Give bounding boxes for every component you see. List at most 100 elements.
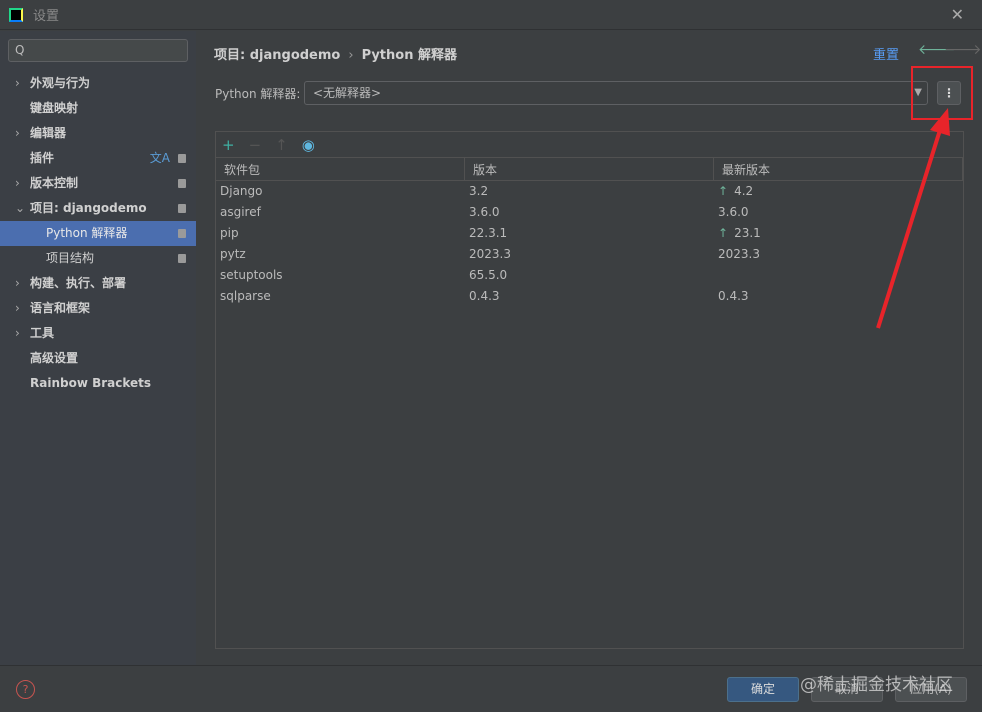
watermark: @稀土掘金技术社区 xyxy=(800,675,953,695)
sidebar-item[interactable]: Python 解释器 xyxy=(0,221,196,246)
chevron-down-icon: ▼ xyxy=(914,87,922,98)
sidebar: Q › 外观与行为 键盘映射 › 编辑器 插件 文A › 版本控制 ⌄ 项目: djangodemo… xyxy=(0,31,196,665)
project-scope-icon xyxy=(178,179,186,188)
forward-arrow-icon[interactable]: 🡒 xyxy=(944,41,982,58)
column-header-version[interactable]: 版本 xyxy=(465,158,714,180)
project-scope-icon xyxy=(178,229,186,238)
package-latest: ↑ 23.1 xyxy=(714,223,963,244)
package-version: 65.5.0 xyxy=(469,268,508,282)
ok-button[interactable]: 确定 xyxy=(727,677,799,702)
chevron-icon: › xyxy=(15,276,20,290)
sidebar-item-label: 项目结构 xyxy=(46,251,95,265)
reset-link[interactable]: 重置 xyxy=(873,44,899,63)
table-row[interactable]: sqlparse 0.4.3 0.4.3 xyxy=(216,286,963,307)
help-icon[interactable]: ? xyxy=(16,680,35,699)
project-scope-icon xyxy=(178,204,186,213)
chevron-icon: › xyxy=(15,126,20,140)
package-name: setuptools xyxy=(220,268,283,282)
package-name: pip xyxy=(220,226,239,240)
eye-icon[interactable]: ◉ xyxy=(302,136,315,154)
interpreter-label: Python 解释器: xyxy=(215,87,301,101)
packages-table: + − ↑ ◉ 软件包 版本 最新版本 Django 3.2 ↑ 4.2 asgiref… xyxy=(215,131,964,649)
search-icon: Q xyxy=(15,43,25,57)
table-row[interactable]: asgiref 3.6.0 3.6.0 xyxy=(216,202,963,223)
chevron-icon: ⌄ xyxy=(15,201,26,215)
sidebar-item[interactable]: › 工具 xyxy=(0,321,196,346)
sidebar-item[interactable]: › 版本控制 xyxy=(0,171,196,196)
package-version: 22.3.1 xyxy=(469,226,508,240)
sidebar-item-label: 外观与行为 xyxy=(30,76,91,90)
settings-nav: › 外观与行为 键盘映射 › 编辑器 插件 文A › 版本控制 ⌄ 项目: djangodemo Py… xyxy=(0,71,196,396)
upgrade-arrow-icon: ↑ xyxy=(718,184,729,198)
app-logo-icon xyxy=(9,7,23,22)
sidebar-item[interactable]: › 构建、执行、部署 xyxy=(0,271,196,296)
sidebar-item-label: 构建、执行、部署 xyxy=(30,276,127,290)
sidebar-item[interactable]: › 外观与行为 xyxy=(0,71,196,96)
chevron-icon: › xyxy=(15,301,20,315)
table-row[interactable]: Django 3.2 ↑ 4.2 xyxy=(216,181,963,202)
package-version: 2023.3 xyxy=(469,247,511,261)
package-latest: 2023.3 xyxy=(714,244,963,265)
latest-version: 3.6.0 xyxy=(718,205,749,219)
sidebar-item-label: 编辑器 xyxy=(30,126,67,140)
sidebar-item-label: 版本控制 xyxy=(30,176,79,190)
package-latest: ↑ 4.2 xyxy=(714,181,963,202)
breadcrumb-separator: › xyxy=(348,48,354,63)
sidebar-item-label: 工具 xyxy=(30,326,55,340)
sidebar-item-label: 高级设置 xyxy=(30,351,79,365)
sidebar-item[interactable]: Rainbow Brackets xyxy=(0,371,196,396)
sidebar-item[interactable]: 高级设置 xyxy=(0,346,196,371)
project-scope-icon xyxy=(178,154,186,163)
main-panel: 项目: djangodemo › Python 解释器 重置 🡐 🡒 Python … xyxy=(196,31,982,665)
table-row[interactable]: pip 22.3.1 ↑ 23.1 xyxy=(216,223,963,244)
latest-version: 2023.3 xyxy=(718,247,760,261)
upgrade-icon[interactable]: ↑ xyxy=(275,136,288,154)
window-title: 设置 xyxy=(33,9,60,24)
chevron-icon: › xyxy=(15,326,20,340)
breadcrumb-page: Python 解释器 xyxy=(361,48,457,63)
remove-icon[interactable]: − xyxy=(249,136,262,154)
sidebar-item-label: Rainbow Brackets xyxy=(30,376,152,390)
sidebar-item-label: 项目: djangodemo xyxy=(30,201,147,215)
package-version: 3.6.0 xyxy=(469,205,500,219)
table-header: 软件包 版本 最新版本 xyxy=(216,157,963,181)
more-options-button[interactable]: ⋮ xyxy=(937,81,961,105)
sidebar-item[interactable]: 插件 文A xyxy=(0,146,196,171)
table-toolbar: + − ↑ ◉ xyxy=(216,132,963,157)
interpreter-select[interactable]: <无解释器> ▼ xyxy=(304,81,928,105)
breadcrumb: 项目: djangodemo › Python 解释器 xyxy=(214,44,457,63)
sidebar-item[interactable]: 项目结构 xyxy=(0,246,196,271)
close-icon[interactable]: ✕ xyxy=(951,5,964,24)
add-icon[interactable]: + xyxy=(222,136,235,154)
package-name: asgiref xyxy=(220,205,261,219)
chevron-icon: › xyxy=(15,76,20,90)
sidebar-item-label: Python 解释器 xyxy=(46,226,128,240)
latest-version: 23.1 xyxy=(734,226,761,240)
package-latest xyxy=(714,265,963,286)
sidebar-item[interactable]: › 语言和框架 xyxy=(0,296,196,321)
column-header-package[interactable]: 软件包 xyxy=(216,158,465,180)
package-latest: 3.6.0 xyxy=(714,202,963,223)
sidebar-item[interactable]: ⌄ 项目: djangodemo xyxy=(0,196,196,221)
translate-icon: 文A xyxy=(149,151,170,165)
title-bar: 设置 ✕ xyxy=(0,0,982,30)
package-name: Django xyxy=(220,184,263,198)
sidebar-item-label: 键盘映射 xyxy=(30,101,79,115)
package-version: 3.2 xyxy=(469,184,489,198)
package-name: sqlparse xyxy=(220,289,271,303)
table-row[interactable]: pytz 2023.3 2023.3 xyxy=(216,244,963,265)
package-latest: 0.4.3 xyxy=(714,286,963,307)
search-input[interactable]: Q xyxy=(8,39,188,62)
sidebar-item[interactable]: › 编辑器 xyxy=(0,121,196,146)
interpreter-value: <无解释器> xyxy=(313,86,382,100)
table-row[interactable]: setuptools 65.5.0 xyxy=(216,265,963,286)
sidebar-item[interactable]: 键盘映射 xyxy=(0,96,196,121)
sidebar-item-label: 语言和框架 xyxy=(30,301,91,315)
package-version: 0.4.3 xyxy=(469,289,500,303)
upgrade-arrow-icon: ↑ xyxy=(718,226,729,240)
latest-version: 4.2 xyxy=(734,184,754,198)
column-header-latest[interactable]: 最新版本 xyxy=(714,158,963,180)
latest-version: 0.4.3 xyxy=(718,289,749,303)
breadcrumb-project: 项目: djangodemo xyxy=(214,48,341,63)
sidebar-item-label: 插件 xyxy=(30,151,55,165)
